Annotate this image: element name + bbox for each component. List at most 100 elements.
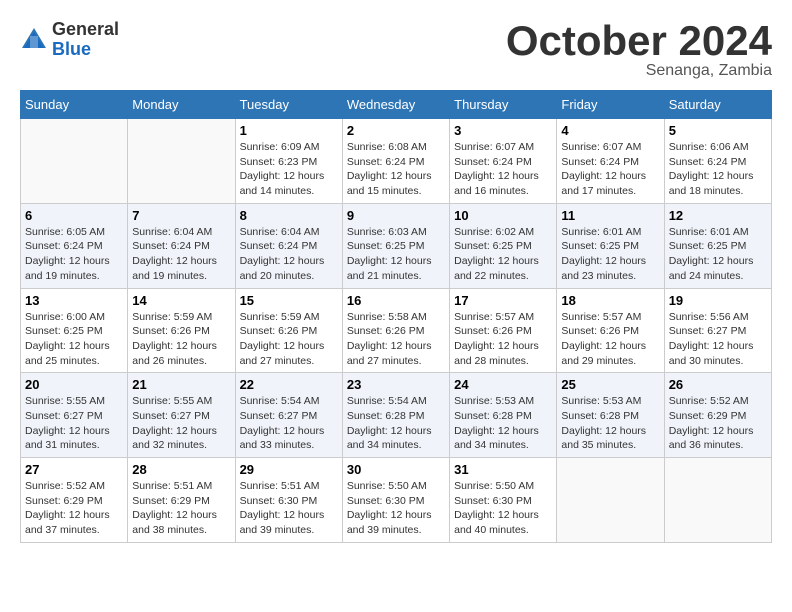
- day-info: Sunrise: 5:58 AMSunset: 6:26 PMDaylight:…: [347, 310, 445, 369]
- weekday-header-row: SundayMondayTuesdayWednesdayThursdayFrid…: [21, 91, 772, 119]
- day-info: Sunrise: 5:52 AMSunset: 6:29 PMDaylight:…: [25, 479, 123, 538]
- calendar-cell: 11 Sunrise: 6:01 AMSunset: 6:25 PMDayligh…: [557, 203, 664, 288]
- day-number: 9: [347, 208, 445, 223]
- day-number: 30: [347, 462, 445, 477]
- calendar-cell: 8Sunrise: 6:04 AMSunset: 6:24 PMDaylight…: [235, 203, 342, 288]
- calendar-cell: 1Sunrise: 6:09 AMSunset: 6:23 PMDaylight…: [235, 119, 342, 204]
- calendar-cell: 20 Sunrise: 5:55 AMSunset: 6:27 PMDayligh…: [21, 373, 128, 458]
- logo: General Blue: [20, 20, 119, 60]
- calendar-week-row: 13Sunrise: 6:00 AMSunset: 6:25 PMDayligh…: [21, 288, 772, 373]
- weekday-header-thursday: Thursday: [450, 91, 557, 119]
- weekday-header-sunday: Sunday: [21, 91, 128, 119]
- day-info: Sunrise: 6:08 AMSunset: 6:24 PMDaylight:…: [347, 140, 445, 199]
- day-number: 5: [669, 123, 767, 138]
- calendar-cell: 10 Sunrise: 6:02 AMSunset: 6:25 PMDayligh…: [450, 203, 557, 288]
- day-number: 11: [561, 208, 659, 223]
- location: Senanga, Zambia: [506, 62, 772, 80]
- calendar-cell: 18 Sunrise: 5:57 AMSunset: 6:26 PMDayligh…: [557, 288, 664, 373]
- day-number: 21: [132, 377, 230, 392]
- calendar-cell: [21, 119, 128, 204]
- weekday-header-tuesday: Tuesday: [235, 91, 342, 119]
- calendar-cell: 22 Sunrise: 5:54 AMSunset: 6:27 PMDayligh…: [235, 373, 342, 458]
- calendar-cell: 29 Sunrise: 5:51 AMSunset: 6:30 PMDayligh…: [235, 458, 342, 543]
- day-info: Sunrise: 5:54 AMSunset: 6:27 PMDaylight:…: [240, 394, 338, 453]
- day-number: 17: [454, 293, 552, 308]
- day-number: 22: [240, 377, 338, 392]
- day-info: Sunrise: 6:06 AMSunset: 6:24 PMDaylight:…: [669, 140, 767, 199]
- day-number: 13: [25, 293, 123, 308]
- day-info: Sunrise: 5:55 AMSunset: 6:27 PMDaylight:…: [132, 394, 230, 453]
- day-info: Sunrise: 5:50 AMSunset: 6:30 PMDaylight:…: [454, 479, 552, 538]
- logo-text: General Blue: [52, 20, 119, 60]
- day-number: 29: [240, 462, 338, 477]
- day-info: Sunrise: 5:53 AMSunset: 6:28 PMDaylight:…: [561, 394, 659, 453]
- day-number: 18: [561, 293, 659, 308]
- calendar-cell: [664, 458, 771, 543]
- calendar-cell: 24Sunrise: 5:53 AMSunset: 6:28 PMDayligh…: [450, 373, 557, 458]
- calendar-cell: 28 Sunrise: 5:51 AMSunset: 6:29 PMDayligh…: [128, 458, 235, 543]
- day-info: Sunrise: 5:59 AMSunset: 6:26 PMDaylight:…: [132, 310, 230, 369]
- day-number: 24: [454, 377, 552, 392]
- calendar-cell: 17 Sunrise: 5:57 AMSunset: 6:26 PMDayligh…: [450, 288, 557, 373]
- calendar-week-row: 1Sunrise: 6:09 AMSunset: 6:23 PMDaylight…: [21, 119, 772, 204]
- day-info: Sunrise: 5:55 AMSunset: 6:27 PMDaylight:…: [25, 394, 123, 453]
- day-number: 12: [669, 208, 767, 223]
- calendar-cell: 3 Sunrise: 6:07 AMSunset: 6:24 PMDaylight…: [450, 119, 557, 204]
- day-info: Sunrise: 5:57 AMSunset: 6:26 PMDaylight:…: [561, 310, 659, 369]
- weekday-header-monday: Monday: [128, 91, 235, 119]
- calendar-cell: 30Sunrise: 5:50 AMSunset: 6:30 PMDayligh…: [342, 458, 449, 543]
- calendar-cell: 12 Sunrise: 6:01 AMSunset: 6:25 PMDayligh…: [664, 203, 771, 288]
- day-number: 14: [132, 293, 230, 308]
- day-info: Sunrise: 6:01 AMSunset: 6:25 PMDaylight:…: [669, 225, 767, 284]
- day-info: Sunrise: 6:01 AMSunset: 6:25 PMDaylight:…: [561, 225, 659, 284]
- calendar-cell: 21 Sunrise: 5:55 AMSunset: 6:27 PMDayligh…: [128, 373, 235, 458]
- day-info: Sunrise: 5:51 AMSunset: 6:30 PMDaylight:…: [240, 479, 338, 538]
- calendar-cell: 27 Sunrise: 5:52 AMSunset: 6:29 PMDayligh…: [21, 458, 128, 543]
- day-number: 2: [347, 123, 445, 138]
- day-number: 20: [25, 377, 123, 392]
- day-number: 23: [347, 377, 445, 392]
- calendar-cell: 2 Sunrise: 6:08 AMSunset: 6:24 PMDaylight…: [342, 119, 449, 204]
- calendar-cell: 5 Sunrise: 6:06 AMSunset: 6:24 PMDaylight…: [664, 119, 771, 204]
- day-number: 4: [561, 123, 659, 138]
- day-info: Sunrise: 5:59 AMSunset: 6:26 PMDaylight:…: [240, 310, 338, 369]
- calendar-cell: 7Sunrise: 6:04 AMSunset: 6:24 PMDaylight…: [128, 203, 235, 288]
- day-number: 27: [25, 462, 123, 477]
- calendar-week-row: 6Sunrise: 6:05 AMSunset: 6:24 PMDaylight…: [21, 203, 772, 288]
- calendar-cell: [557, 458, 664, 543]
- calendar-week-row: 20 Sunrise: 5:55 AMSunset: 6:27 PMDayligh…: [21, 373, 772, 458]
- logo-blue: Blue: [52, 39, 91, 59]
- month-title: October 2024: [506, 20, 772, 62]
- day-number: 3: [454, 123, 552, 138]
- calendar-cell: 23 Sunrise: 5:54 AMSunset: 6:28 PMDayligh…: [342, 373, 449, 458]
- day-info: Sunrise: 5:54 AMSunset: 6:28 PMDaylight:…: [347, 394, 445, 453]
- page-header: General Blue October 2024 Senanga, Zambi…: [20, 20, 772, 80]
- weekday-header-friday: Friday: [557, 91, 664, 119]
- day-number: 16: [347, 293, 445, 308]
- day-number: 6: [25, 208, 123, 223]
- calendar-cell: 25Sunrise: 5:53 AMSunset: 6:28 PMDayligh…: [557, 373, 664, 458]
- day-number: 28: [132, 462, 230, 477]
- logo-general: General: [52, 19, 119, 39]
- day-number: 7: [132, 208, 230, 223]
- day-info: Sunrise: 6:09 AMSunset: 6:23 PMDaylight:…: [240, 140, 338, 199]
- day-info: Sunrise: 5:57 AMSunset: 6:26 PMDaylight:…: [454, 310, 552, 369]
- weekday-header-wednesday: Wednesday: [342, 91, 449, 119]
- day-info: Sunrise: 6:07 AMSunset: 6:24 PMDaylight:…: [561, 140, 659, 199]
- calendar-cell: 13Sunrise: 6:00 AMSunset: 6:25 PMDayligh…: [21, 288, 128, 373]
- calendar-cell: 14 Sunrise: 5:59 AMSunset: 6:26 PMDayligh…: [128, 288, 235, 373]
- day-number: 31: [454, 462, 552, 477]
- day-number: 10: [454, 208, 552, 223]
- day-number: 8: [240, 208, 338, 223]
- day-info: Sunrise: 6:07 AMSunset: 6:24 PMDaylight:…: [454, 140, 552, 199]
- logo-icon: [20, 26, 48, 54]
- day-info: Sunrise: 6:03 AMSunset: 6:25 PMDaylight:…: [347, 225, 445, 284]
- day-info: Sunrise: 5:51 AMSunset: 6:29 PMDaylight:…: [132, 479, 230, 538]
- calendar-cell: 31 Sunrise: 5:50 AMSunset: 6:30 PMDayligh…: [450, 458, 557, 543]
- calendar-cell: 9 Sunrise: 6:03 AMSunset: 6:25 PMDaylight…: [342, 203, 449, 288]
- calendar-cell: 19Sunrise: 5:56 AMSunset: 6:27 PMDayligh…: [664, 288, 771, 373]
- day-info: Sunrise: 6:02 AMSunset: 6:25 PMDaylight:…: [454, 225, 552, 284]
- day-info: Sunrise: 5:52 AMSunset: 6:29 PMDaylight:…: [669, 394, 767, 453]
- calendar-cell: 26Sunrise: 5:52 AMSunset: 6:29 PMDayligh…: [664, 373, 771, 458]
- day-number: 19: [669, 293, 767, 308]
